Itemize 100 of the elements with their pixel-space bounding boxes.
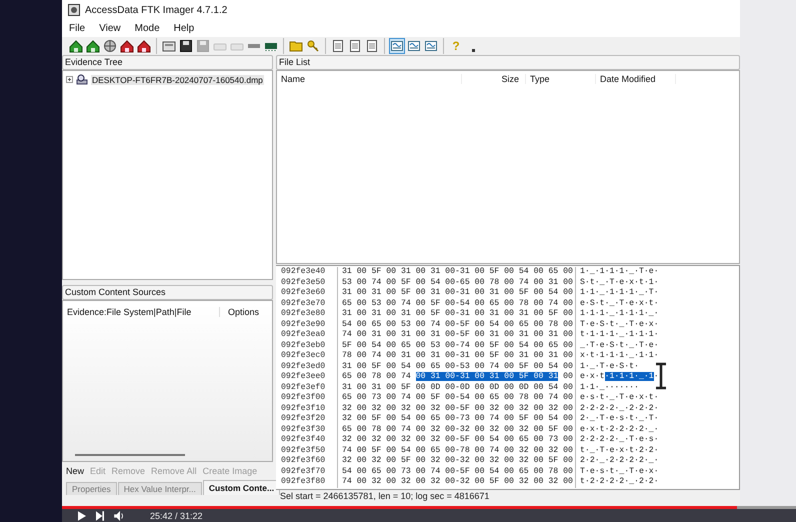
offset-cell: 092fe3f00 (276, 393, 338, 404)
ascii-text[interactable]: 1·1·1·_·1·1·1·_· (575, 309, 659, 320)
offset-cell: 092fe3f40 (276, 435, 338, 446)
toolbar-button[interactable] (178, 38, 194, 54)
column-header[interactable]: Evidence:File System|Path|File (67, 307, 192, 317)
hex-bytes[interactable]: 74 00 32 00 32 00 32 00-32 00 5F 00 32 00 32 00 (338, 477, 575, 488)
offset-cell: 092fe3e90 (276, 320, 338, 330)
offset-cell: 092fe3f80 (276, 477, 338, 488)
hex-bytes[interactable]: 74 00 31 00 31 00 31 00-5F 00 31 00 31 00 31 00 (338, 330, 575, 340)
menu-item[interactable]: View (98, 23, 122, 34)
menu-item[interactable]: Mode (134, 23, 161, 34)
house-icon (137, 39, 151, 53)
hex-bytes[interactable]: 65 00 78 00 74 00 32 00-32 00 32 00 32 00 5F 00 (338, 424, 575, 435)
floppy-icon (179, 39, 193, 53)
hex-bytes[interactable]: 31 00 5F 00 54 00 65 00-53 00 74 00 5F 00 54 00 (338, 362, 575, 372)
ascii-text[interactable]: e·s·t·_·T·e·x·t· (575, 393, 659, 404)
magnifier-icon (76, 74, 88, 85)
offset-cell: 092fe3f30 (276, 424, 338, 435)
hex-bytes[interactable]: 31 00 5F 00 31 00 31 00-31 00 5F 00 54 00 65 00 (338, 267, 575, 278)
offset-cell: 092fe3f10 (276, 404, 338, 414)
toolbar-button[interactable] (136, 38, 152, 54)
toolbar-button[interactable] (330, 38, 346, 54)
offset-cell: 092fe3f70 (276, 466, 338, 477)
ascii-text[interactable]: t·1·1·1·_·1·1·1· (575, 330, 659, 340)
offset-cell: 092fe3ed0 (276, 362, 338, 372)
offset-cell: 092fe3ee0 (276, 372, 338, 382)
page-icon (348, 39, 362, 53)
hex-bytes[interactable]: 31 00 31 00 31 00 5F 00-31 00 31 00 31 00 5F 00 (338, 309, 575, 320)
ascii-text[interactable]: t·_·T·e·x·t·2·2· (575, 446, 659, 456)
column-header[interactable]: Name (277, 74, 462, 84)
ascii-text[interactable]: x·t·1·1·1·_·1·1· (575, 351, 659, 362)
offset-cell: 092fe3f50 (276, 446, 338, 456)
ascii-text[interactable]: T·e·s·t·_·T·e·x· (575, 466, 659, 477)
offset-cell: 092fe3ea0 (276, 330, 338, 340)
page-icon (365, 39, 379, 53)
column-header[interactable]: Options (219, 307, 268, 317)
column-header[interactable]: Type (526, 74, 596, 84)
ascii-text[interactable]: e·S·t·_·T·e·x·t· (575, 298, 659, 309)
offset-cell: 092fe3eb0 (276, 340, 338, 351)
ascii-text[interactable]: 2·2·2·2·_·2·2·2· (575, 404, 659, 414)
ascii-text[interactable]: 2·_·T·e·s·t·_·T· (575, 414, 659, 424)
floppy-icon (196, 39, 210, 53)
offset-cell: 092fe3e70 (276, 298, 338, 309)
ascii-text[interactable]: 2·2·_·2·2·2·2·_· (575, 456, 659, 466)
page-icon (331, 39, 345, 53)
hex-bytes[interactable]: 74 00 5F 00 54 00 65 00-78 00 74 00 32 00 32 00 (338, 446, 575, 456)
tree-item[interactable]: DESKTOP-FT6FR7B-20240707-160540.dmp (91, 74, 264, 84)
ascii-text[interactable]: 1·1·_······· (575, 382, 639, 393)
toolbar-button[interactable] (119, 38, 135, 54)
expand-icon[interactable] (66, 76, 73, 83)
scrollbar[interactable] (75, 454, 185, 456)
window-title: AccessData FTK Imager 4.7.1.2 (85, 4, 228, 16)
ascii-text[interactable]: 1·_·1·1·1·_·T·e· (575, 267, 659, 278)
ascii-text[interactable]: 1·1·_·1·1·1·_·T· (575, 288, 659, 298)
hex-bytes[interactable]: 65 00 73 00 74 00 5F 00-54 00 65 00 78 00 74 00 (338, 393, 575, 404)
play-icon[interactable] (78, 510, 86, 520)
tab[interactable]: Custom Conte... (202, 480, 280, 495)
next-icon[interactable] (96, 510, 104, 520)
offset-cell: 092fe3e80 (276, 309, 338, 320)
globe-icon (103, 39, 117, 53)
folder-icon (289, 39, 303, 53)
hex-bytes[interactable]: 54 00 65 00 73 00 74 00-5F 00 54 00 65 00 78 00 (338, 466, 575, 477)
house-icon (86, 39, 100, 53)
hex-bytes[interactable]: 31 00 31 00 5F 00 31 00-31 00 31 00 5F 00 54 00 (338, 288, 575, 298)
menu-item[interactable]: File (68, 23, 86, 34)
hex-bytes[interactable]: 65 00 53 00 74 00 5F 00-54 00 65 00 78 00 74 00 (338, 298, 575, 309)
column-header[interactable]: Date Modified (596, 74, 676, 84)
offset-cell: 092fe3f20 (276, 414, 338, 424)
hex-bytes[interactable]: 32 00 32 00 32 00 32 00-5F 00 54 00 65 00 73 00 (338, 435, 575, 446)
offset-cell: 092fe3e50 (276, 278, 338, 288)
toolbar-button[interactable] (102, 38, 118, 54)
ascii-text[interactable]: t·2·2·2·2·_·2·2· (575, 477, 659, 488)
offset-cell: 092fe3e40 (276, 267, 338, 278)
hex-bytes[interactable]: 32 00 32 00 32 00 32 00-5F 00 32 00 32 00 32 00 (338, 404, 575, 414)
hex-bytes[interactable]: 31 00 31 00 5F 00 0D 00-0D 00 0D 00 0D 00 54 00 (338, 382, 575, 393)
video-time: 25:42 / 31:22 (150, 510, 203, 520)
ascii-text[interactable]: e·x·t·2·2·2·2·_· (575, 424, 659, 435)
ascii-text[interactable]: _·T·e·S·t·_·T·e· (575, 340, 659, 351)
tab[interactable]: Properties (66, 482, 117, 495)
hex-bytes[interactable]: 32 00 5F 00 54 00 65 00-73 00 74 00 5F 00 54 00 (338, 414, 575, 424)
text-cursor-icon (654, 362, 668, 390)
hex-bytes[interactable]: 32 00 32 00 5F 00 32 00-32 00 32 00 32 00 5F 00 (338, 456, 575, 466)
toolbar-button[interactable] (347, 38, 363, 54)
action-button[interactable]: New (64, 465, 86, 477)
hex-bytes[interactable]: 5F 00 54 00 65 00 53 00-74 00 5F 00 54 00 65 00 (338, 340, 575, 351)
volume-icon[interactable] (114, 510, 126, 520)
toolbar-button[interactable] (364, 38, 380, 54)
dropdown-icon (472, 49, 474, 52)
ascii-text[interactable]: 2·2·2·2·_·T·e·s· (575, 435, 659, 446)
toolbar-button[interactable] (85, 38, 101, 54)
ascii-text[interactable]: S·t·_·T·e·x·t·1· (575, 278, 659, 288)
ascii-text[interactable]: T·e·S·t·_·T·e·x· (575, 320, 659, 330)
menu-item[interactable]: Help (172, 23, 196, 34)
hex-bytes[interactable]: 78 00 74 00 31 00 31 00-31 00 5F 00 31 00 31 00 (338, 351, 575, 362)
toolbar-button[interactable] (68, 38, 84, 54)
hex-bytes[interactable]: 54 00 65 00 53 00 74 00-5F 00 54 00 65 00 78 00 (338, 320, 575, 330)
column-header[interactable]: Size (462, 74, 526, 84)
panel-header: Custom Content Sources (62, 285, 273, 300)
panel-header: Evidence Tree (62, 55, 273, 70)
hex-bytes[interactable]: 53 00 74 00 5F 00 54 00-65 00 78 00 74 00 31 00 (338, 278, 575, 288)
